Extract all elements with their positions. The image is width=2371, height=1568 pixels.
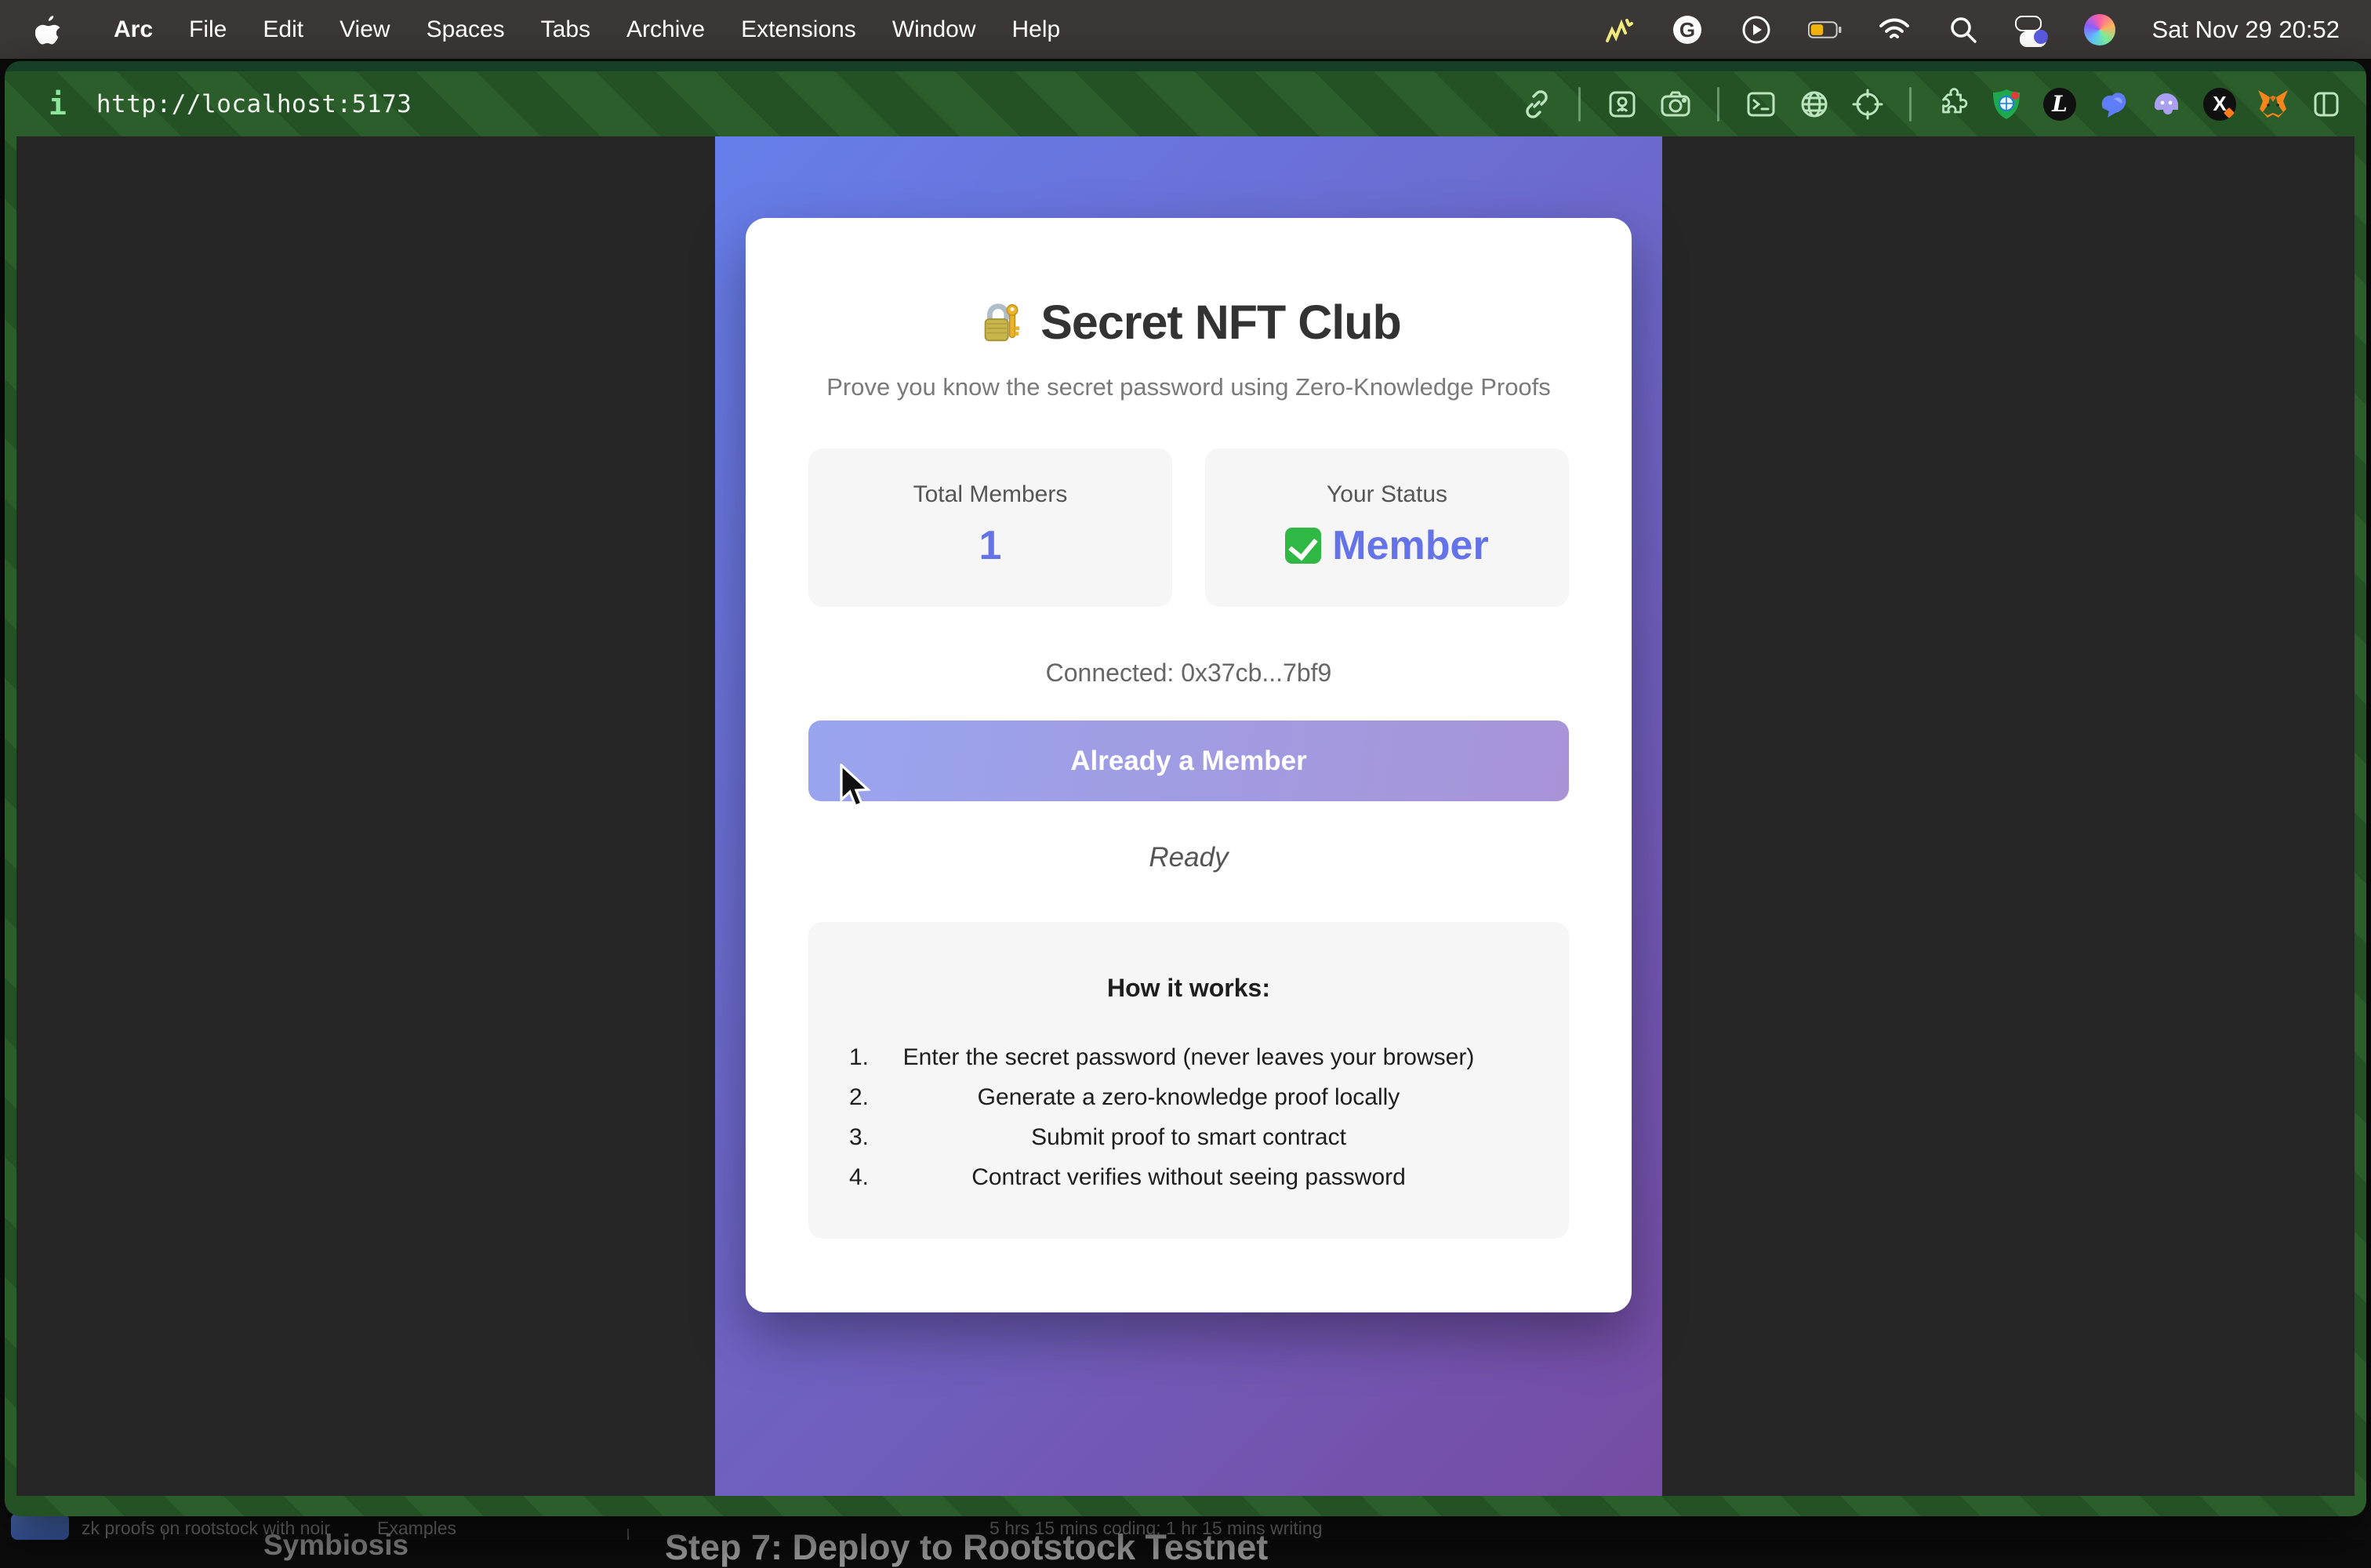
split-view-icon[interactable]	[2310, 88, 2343, 121]
step-number: 3.	[849, 1124, 869, 1151]
background-divider	[627, 1529, 629, 1540]
stats-icon[interactable]	[1601, 13, 1636, 47]
how-it-works-list: 1. Enter the secret password (never leav…	[808, 1037, 1569, 1197]
background-window-blue-tab[interactable]	[11, 1513, 69, 1540]
macos-menu-bar: Arc File Edit View Spaces Tabs Archive E…	[0, 0, 2371, 59]
arc-browser-window: i http://localhost:5173	[5, 61, 2366, 1516]
total-members-value: 1	[808, 522, 1172, 569]
how-it-works-heading: How it works:	[808, 922, 1569, 1003]
total-members-label: Total Members	[808, 481, 1172, 508]
step-number: 1.	[849, 1044, 869, 1071]
page-subtitle: Prove you know the secret password using…	[808, 373, 1569, 401]
page-gradient-background: Secret NFT Club Prove you know the secre…	[715, 136, 1662, 1496]
menu-edit[interactable]: Edit	[245, 16, 321, 43]
menu-file[interactable]: File	[171, 16, 245, 43]
how-step-2: 2. Generate a zero-knowledge proof local…	[808, 1077, 1569, 1117]
menu-app-name[interactable]: Arc	[96, 16, 171, 43]
your-status-value: Member	[1332, 522, 1488, 569]
site-info-icon[interactable]: i	[49, 87, 67, 122]
how-step-1: 1. Enter the secret password (never leav…	[808, 1037, 1569, 1077]
step-text: Contract verifies without seeing passwor…	[971, 1164, 1406, 1191]
lock-with-key-icon	[976, 298, 1025, 347]
status-text: Ready	[808, 842, 1569, 873]
url-text[interactable]: http://localhost:5173	[96, 90, 412, 118]
menu-archive[interactable]: Archive	[608, 16, 723, 43]
step-number: 2.	[849, 1084, 869, 1111]
how-it-works-box: How it works: 1. Enter the secret passwo…	[808, 922, 1569, 1239]
menu-window[interactable]: Window	[874, 16, 994, 43]
apple-menu-icon[interactable]	[33, 12, 64, 48]
background-divider	[163, 1529, 165, 1540]
background-cell-symbiosis: Symbiosis	[263, 1529, 408, 1562]
step-text: Submit proof to smart contract	[1031, 1124, 1346, 1151]
how-step-4: 4. Contract verifies without seeing pass…	[808, 1157, 1569, 1197]
wifi-icon[interactable]	[1877, 13, 1912, 47]
stats-row: Total Members 1 Your Status Member	[808, 448, 1569, 607]
toolbar-separator	[1717, 87, 1719, 122]
adguard-shield-icon[interactable]	[1990, 88, 2023, 121]
menubar-clock[interactable]: Sat Nov 29 20:52	[2151, 16, 2340, 44]
search-icon[interactable]	[1946, 13, 1981, 47]
crosshair-icon[interactable]	[1851, 88, 1884, 121]
page-title: Secret NFT Club	[1040, 295, 1401, 350]
mouse-cursor	[838, 764, 874, 811]
total-members-box: Total Members 1	[808, 448, 1172, 607]
loom-icon[interactable]: L	[2043, 88, 2076, 121]
background-cell-step7: Step 7: Deploy to Rootstock Testnet	[665, 1527, 1268, 1568]
menu-tabs[interactable]: Tabs	[523, 16, 608, 43]
control-center-icon[interactable]	[2015, 16, 2048, 44]
play-circle-icon[interactable]	[1739, 13, 1774, 47]
already-a-member-button[interactable]: Already a Member	[808, 720, 1569, 801]
step-number: 4.	[849, 1164, 869, 1191]
menu-help[interactable]: Help	[994, 16, 1079, 43]
metamask-fox-icon[interactable]	[2257, 88, 2289, 121]
toolbar-separator	[1578, 87, 1581, 122]
toolbar-separator	[1909, 87, 1912, 122]
puzzle-extensions-icon[interactable]	[1937, 88, 1970, 121]
browser-toolbar: i http://localhost:5173	[5, 71, 2366, 136]
camera-icon[interactable]	[1659, 88, 1692, 121]
bluebird-extension-icon[interactable]	[2097, 88, 2130, 121]
browser-viewport: Secret NFT Club Prove you know the secre…	[16, 136, 2355, 1496]
menu-view[interactable]: View	[321, 16, 408, 43]
url-bar[interactable]: i http://localhost:5173	[5, 87, 412, 122]
step-text: Enter the secret password (never leaves …	[903, 1044, 1475, 1071]
how-step-3: 3. Submit proof to smart contract	[808, 1117, 1569, 1157]
siri-icon[interactable]	[2082, 13, 2117, 47]
terminal-icon[interactable]	[1745, 88, 1777, 121]
step-text: Generate a zero-knowledge proof locally	[978, 1084, 1400, 1111]
check-mark-icon	[1285, 528, 1321, 564]
your-status-label: Your Status	[1205, 481, 1569, 508]
secret-nft-club-card: Secret NFT Club Prove you know the secre…	[746, 218, 1632, 1312]
menu-spaces[interactable]: Spaces	[408, 16, 523, 43]
battery-icon[interactable]	[1808, 13, 1843, 47]
window-top-edge	[5, 61, 2366, 71]
your-status-box: Your Status Member	[1205, 448, 1569, 607]
x-extension-icon[interactable]: X	[2203, 88, 2236, 121]
globe-icon[interactable]	[1798, 88, 1831, 121]
svg-text:G: G	[1679, 18, 1695, 42]
menu-extensions[interactable]: Extensions	[723, 16, 874, 43]
grammarly-icon[interactable]: G	[1670, 13, 1705, 47]
link-icon[interactable]	[1520, 88, 1553, 121]
connected-wallet-text: Connected: 0x37cb...7bf9	[808, 659, 1569, 688]
phantom-wallet-icon[interactable]	[2150, 88, 2183, 121]
picture-frame-icon[interactable]	[1606, 88, 1639, 121]
